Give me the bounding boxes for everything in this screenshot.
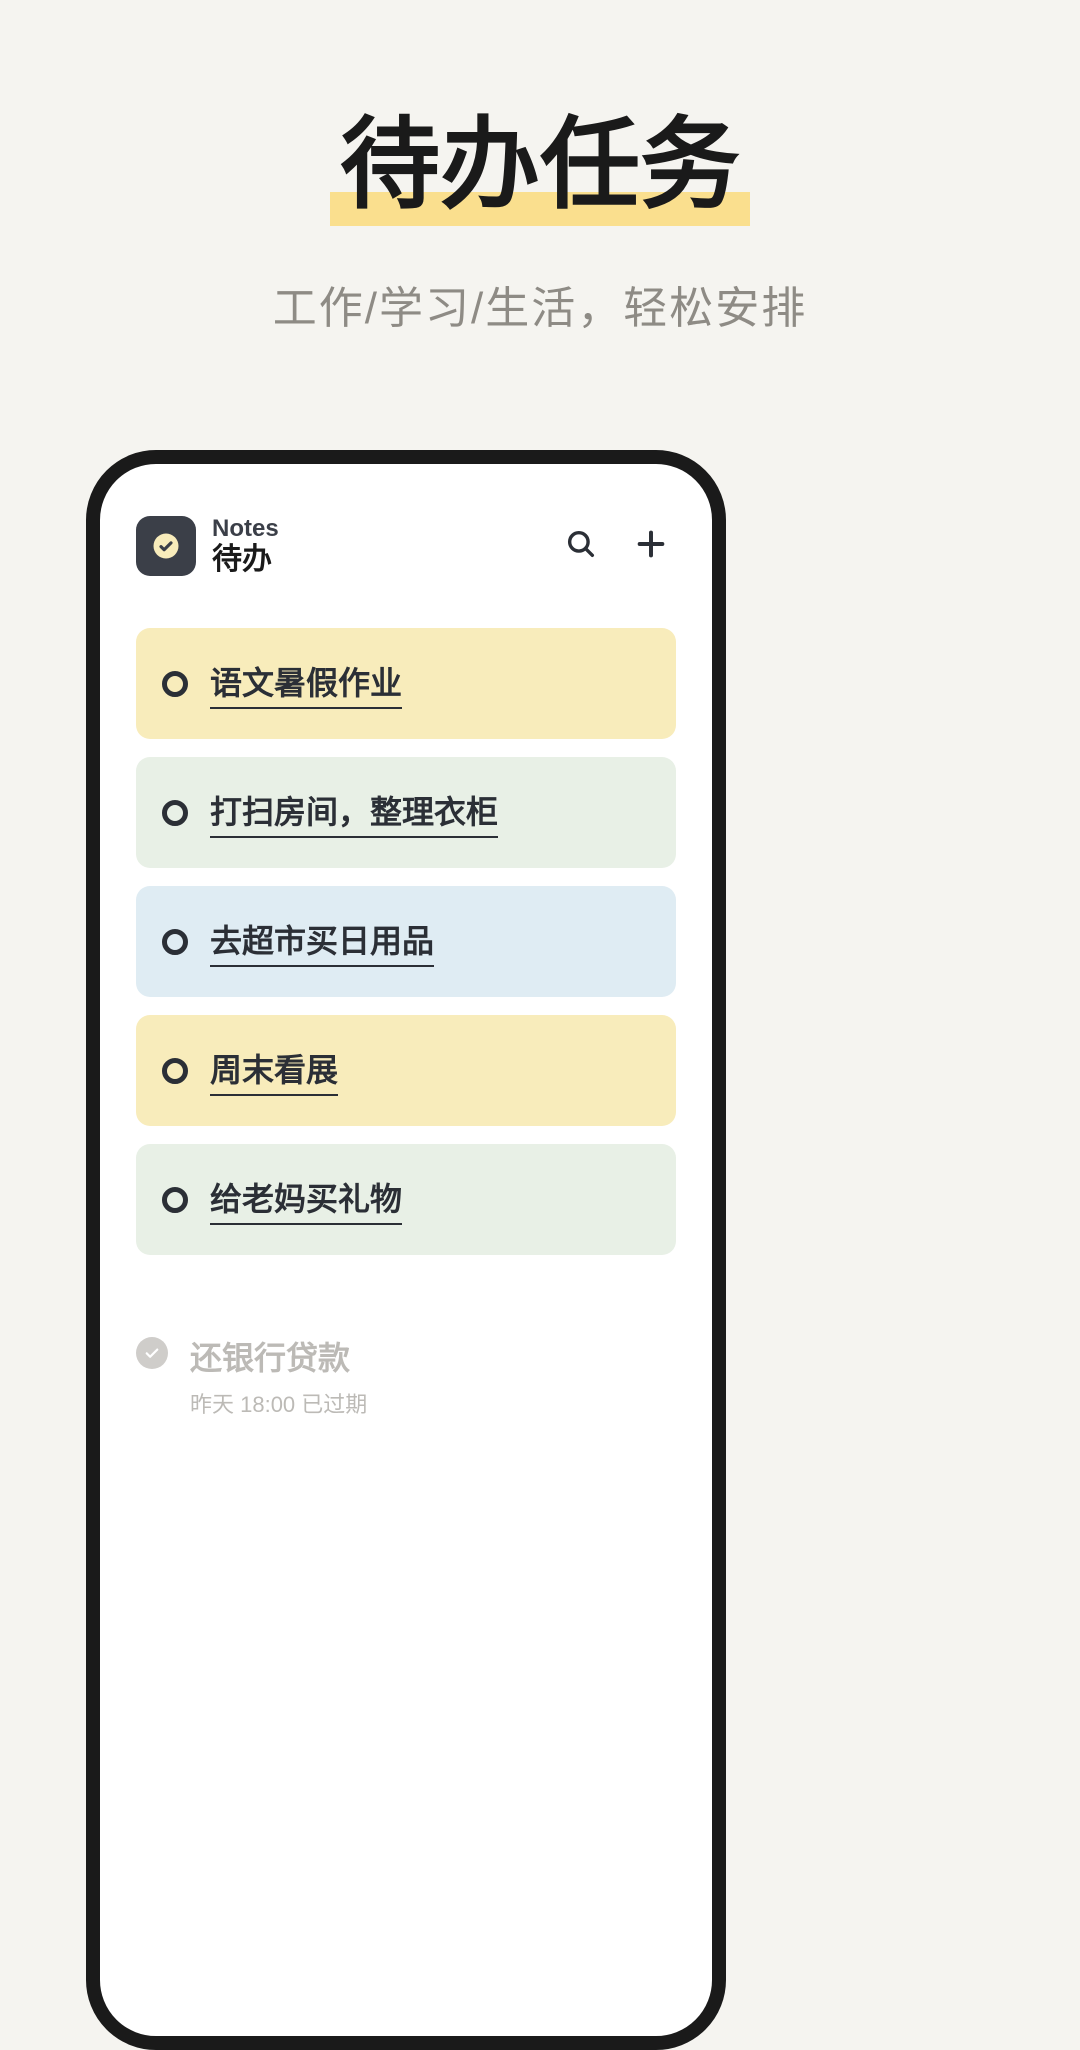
completed-section: 还银行贷款 昨天 18:00 已过期 [100,1273,712,1419]
task-checkbox[interactable] [162,1058,188,1084]
task-title: 语文暑假作业 [210,658,402,709]
task-title: 去超市买日用品 [210,916,434,967]
task-checkbox[interactable] [162,671,188,697]
search-icon [564,527,598,566]
task-title: 周末看展 [210,1045,338,1096]
app-name-label: Notes [212,516,536,542]
task-title: 给老妈买礼物 [210,1174,402,1225]
task-card[interactable]: 打扫房间，整理衣柜 [136,757,676,868]
completed-task[interactable]: 还银行贷款 昨天 18:00 已过期 [136,1333,676,1419]
add-button[interactable] [626,521,676,571]
task-title: 打扫房间，整理衣柜 [210,787,498,838]
task-card[interactable]: 语文暑假作业 [136,628,676,739]
promo-title: 待办任务 [330,110,750,220]
promo-title-block: 待办任务 [0,110,1080,220]
task-card[interactable]: 给老妈买礼物 [136,1144,676,1255]
section-label: 待办 [212,543,536,576]
completed-meta: 昨天 18:00 已过期 [190,1387,367,1419]
app-icon [136,516,196,576]
search-button[interactable] [556,521,606,571]
plus-icon [634,527,668,566]
completed-title: 还银行贷款 [190,1333,367,1379]
task-checkbox[interactable] [162,800,188,826]
promo-subtitle: 工作/学习/生活，轻松安排 [0,272,1080,336]
app-header: Notes 待办 [100,464,712,596]
task-card[interactable]: 周末看展 [136,1015,676,1126]
check-done-icon [136,1337,168,1369]
task-checkbox[interactable] [162,1187,188,1213]
phone-mockup: Notes 待办 语文暑假作业 打扫房间，整理衣柜 去超市买日用品 [86,450,726,2050]
header-titles: Notes 待办 [212,516,536,575]
task-checkbox[interactable] [162,929,188,955]
task-list: 语文暑假作业 打扫房间，整理衣柜 去超市买日用品 周末看展 给老妈买礼物 [100,596,712,1255]
task-card[interactable]: 去超市买日用品 [136,886,676,997]
